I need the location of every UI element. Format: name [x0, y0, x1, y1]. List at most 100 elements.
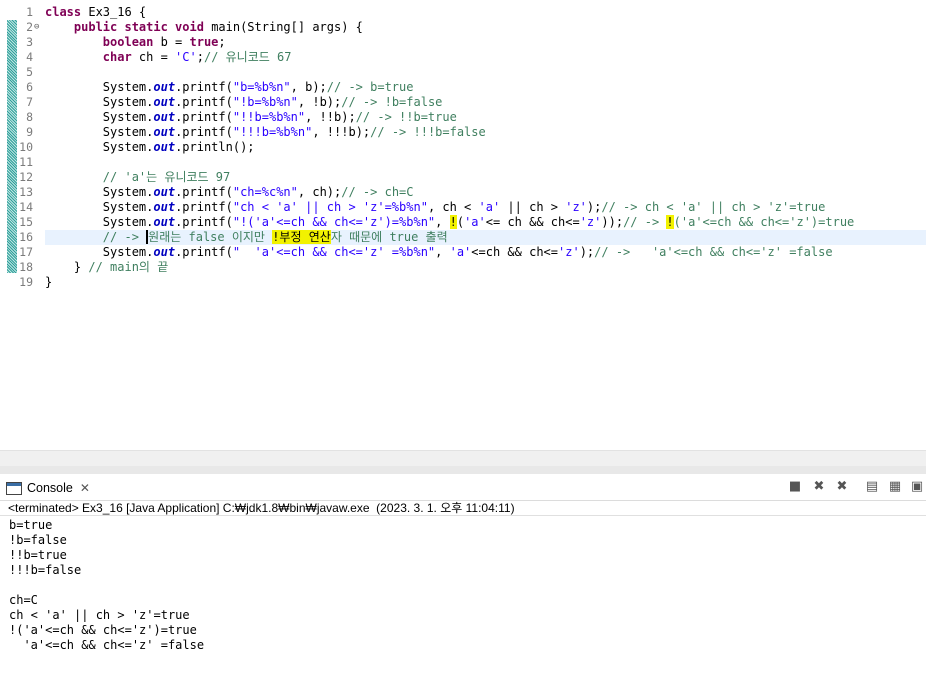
line-number: 7 [26, 95, 33, 109]
code-line[interactable]: // 'a'는 유니코드 97 [45, 170, 926, 185]
code-token: class [45, 5, 89, 19]
code-line[interactable]: } // main의 끝 [45, 260, 926, 275]
code-line[interactable]: System.out.printf("b=%b%n", b);// -> b=t… [45, 80, 926, 95]
line-number: 2 [26, 20, 33, 34]
code-token: // -> [623, 215, 667, 229]
horizontal-scrollbar[interactable] [0, 450, 926, 466]
code-token: // -> ch=C [341, 185, 414, 199]
fold-collapse-icon[interactable]: ⊖ [34, 20, 43, 35]
code-token: "!!!b=%b%n" [232, 125, 313, 139]
code-token: // -> ch < 'a' || ch > 'z'=true [601, 200, 826, 214]
code-token: System. [45, 215, 154, 229]
code-token: System. [45, 140, 154, 154]
console-view-icon [6, 481, 22, 495]
code-token: // -> b=true [326, 80, 414, 94]
code-token: System. [45, 200, 154, 214]
code-line[interactable]: System.out.printf("ch=%c%n", ch);// -> c… [45, 185, 926, 200]
code-line[interactable] [45, 65, 926, 80]
line-number: 12 [19, 170, 33, 184]
code-token: 'a' [464, 215, 486, 229]
code-line[interactable]: System.out.printf("!('a'<=ch && ch<='z')… [45, 215, 926, 230]
pin-console-icon[interactable]: ▣ [908, 478, 926, 496]
code-token: out [153, 185, 176, 199]
code-token: out [153, 140, 176, 154]
code-token: out [153, 200, 176, 214]
line-number: 6 [26, 80, 33, 94]
line-number: 18 [19, 260, 33, 274]
code-line[interactable]: public static void main(String[] args) { [45, 20, 926, 35]
line-number: 13 [19, 185, 33, 199]
code-token: , !!!b); [312, 125, 371, 139]
code-token: ; [218, 35, 226, 49]
code-line[interactable]: System.out.printf("!!b=%b%n", !!b);// ->… [45, 110, 926, 125]
code-token: out [153, 80, 176, 94]
code-line[interactable]: System.out.printf(" 'a'<=ch && ch<='z' =… [45, 245, 926, 260]
code-line[interactable]: class Ex3_16 { [45, 5, 926, 20]
line-number-ruler: 1 2 3 4 5 6 7 8 9 10 11 12 13 14 15 16 17 18 19 ⊖ [17, 0, 43, 450]
remove-all-terminated-icon[interactable]: ✖ [833, 478, 851, 496]
code-token: .printf( [175, 80, 233, 94]
remove-launch-icon[interactable]: ✖ [810, 478, 828, 496]
code-token: || ch > [500, 200, 566, 214]
code-token: out [153, 95, 176, 109]
code-token: // -> 'a'<=ch && ch<='z' =false [594, 245, 833, 259]
code-token: 'z' [579, 215, 602, 229]
code-line[interactable]: boolean b = true; [45, 35, 926, 50]
quick-diff-bar [7, 20, 17, 273]
console-output[interactable]: b=true !b=false !!b=true !!!b=false ch=C ch <… [9, 518, 204, 653]
code-token: System. [45, 185, 154, 199]
code-token: .printf( [175, 125, 233, 139]
code-line[interactable]: System.out.println(); [45, 140, 926, 155]
code-token: System. [45, 245, 154, 259]
code-token: , ch < [427, 200, 479, 214]
line-number: 5 [26, 65, 33, 79]
line-number: 8 [26, 110, 33, 124]
code-token: 'z' [565, 200, 587, 214]
code-line[interactable]: } [45, 275, 926, 290]
close-icon[interactable]: ✕ [80, 481, 90, 495]
code-area[interactable]: class Ex3_16 { public static void main(S… [45, 5, 926, 290]
code-token: "!('a'<=ch && ch<='z')=%b%n" [232, 215, 436, 229]
code-token: .printf( [175, 215, 233, 229]
line-number: 17 [19, 245, 33, 259]
code-token: , ch); [297, 185, 342, 199]
panel-divider[interactable] [0, 466, 926, 474]
code-token: Ex3_16 { [88, 5, 147, 19]
scroll-lock-icon[interactable]: ▤ [863, 478, 881, 496]
show-console-icon[interactable]: ▦ [886, 478, 904, 496]
code-token: out [153, 245, 176, 259]
code-token: )); [601, 215, 624, 229]
code-line-current[interactable]: // -> 원래는 false 이지만 !부정 연산자 때문에 true 출력 [45, 230, 926, 245]
code-token: "ch=%c%n" [232, 185, 298, 199]
code-token: , !!b); [305, 110, 356, 124]
code-token: } [45, 260, 89, 274]
code-line[interactable] [45, 155, 926, 170]
code-token: // main의 끝 [88, 260, 169, 274]
tab-console[interactable]: Console ✕ [6, 478, 90, 498]
code-line[interactable]: System.out.printf("ch < 'a' || ch > 'z'=… [45, 200, 926, 215]
code-token: , b); [290, 80, 327, 94]
code-token: "ch < 'a' || ch > 'z'=%b%n" [232, 200, 428, 214]
code-line[interactable]: System.out.printf("!!!b=%b%n", !!!b);// … [45, 125, 926, 140]
code-token: .printf( [175, 95, 233, 109]
console-output-line: !('a'<=ch && ch<='z')=true [9, 623, 197, 637]
terminate-icon[interactable]: ■ [786, 478, 804, 496]
code-token: 'a' [449, 245, 472, 259]
code-token: 'z' [558, 245, 580, 259]
code-token: , [435, 245, 450, 259]
code-token: 원래는 false 이지만 [148, 230, 273, 244]
console-output-line: 'a'<=ch && ch<='z' =false [9, 638, 205, 652]
code-line[interactable]: System.out.printf("!b=%b%n", !b);// -> !… [45, 95, 926, 110]
code-token: out [153, 125, 176, 139]
code-token: .printf( [175, 200, 233, 214]
code-token: System. [45, 80, 154, 94]
code-token: main(String[] args) { [211, 20, 363, 34]
code-editor[interactable]: 1 2 3 4 5 6 7 8 9 10 11 12 13 14 15 16 17 18 19 ⊖ class Ex3… [0, 0, 926, 466]
console-output-line: b=true [9, 518, 53, 532]
code-line[interactable]: char ch = 'C';// 유니코드 67 [45, 50, 926, 65]
code-token: // -> !b=false [341, 95, 443, 109]
code-token: boolean [102, 35, 161, 49]
